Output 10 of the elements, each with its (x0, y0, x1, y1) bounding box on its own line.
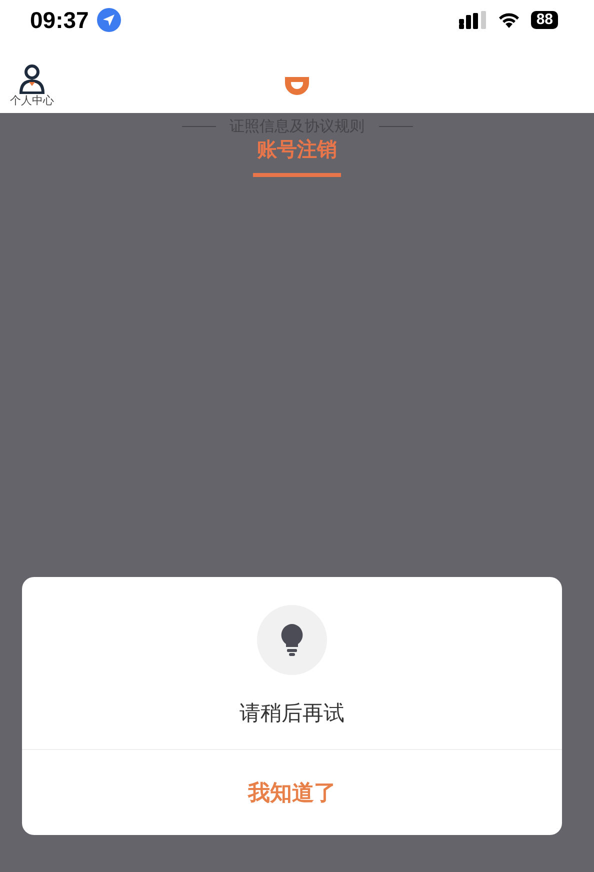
profile-label[interactable]: 个人中心 (10, 94, 54, 107)
acknowledge-button[interactable]: 我知道了 (22, 749, 562, 835)
signal-icon (459, 11, 488, 29)
dialog-message: 请稍后再试 (240, 700, 344, 727)
account-tab[interactable]: 账号注销 (253, 136, 341, 177)
location-icon (96, 8, 121, 32)
status-time: 09:37 (30, 6, 89, 34)
wifi-icon (497, 11, 522, 29)
battery-indicator: 88 (531, 11, 558, 29)
person-icon[interactable] (19, 64, 45, 94)
